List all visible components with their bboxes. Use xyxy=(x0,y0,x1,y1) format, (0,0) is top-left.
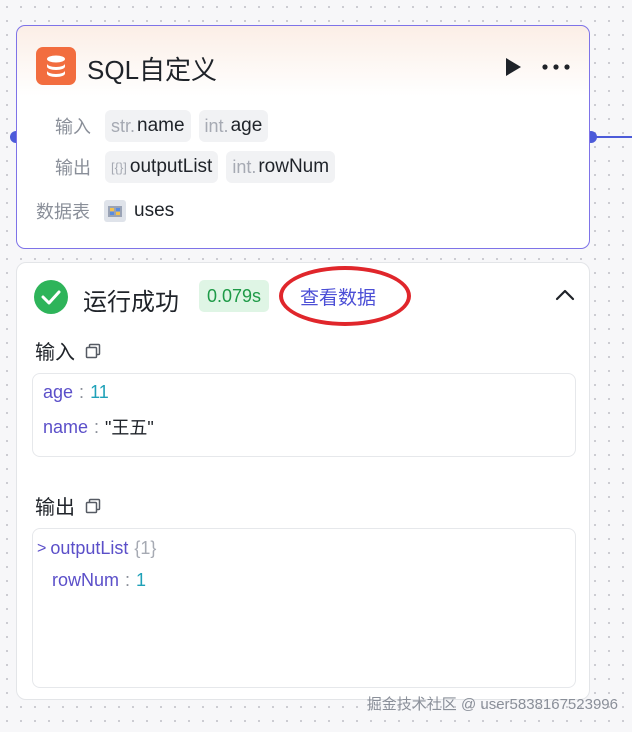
table-icon xyxy=(104,200,126,222)
more-icon xyxy=(542,64,570,70)
outputs-label: 输出 xyxy=(55,158,91,178)
input-chip: str. name xyxy=(105,110,191,142)
output-section-title: 输出 xyxy=(35,491,101,520)
chevron-right-icon[interactable]: > xyxy=(37,540,46,558)
sql-node-card[interactable]: SQL自定义 输入 str. name int. age 输出 [{}] output… xyxy=(16,25,590,249)
watermark: 掘金技术社区 @ user5838167523996 xyxy=(366,696,618,713)
duration-badge: 0.079s xyxy=(199,280,270,312)
view-data-link[interactable]: 查看数据 xyxy=(300,283,376,310)
database-icon xyxy=(36,47,76,85)
run-result-panel: 运行成功 0.079s 查看数据 输入 age:11 name: "王五" 输出 … xyxy=(16,262,590,700)
output-json-viewer: > outputList {1} rowNum:1 xyxy=(32,528,576,688)
input-json-viewer: age:11 name: "王五" xyxy=(32,373,576,457)
copy-icon[interactable] xyxy=(85,498,101,514)
collapse-button[interactable] xyxy=(554,285,576,305)
table-label: 数据表 xyxy=(36,202,90,222)
run-status: 运行成功 xyxy=(83,289,179,316)
json-row: name: "王五" xyxy=(43,416,154,439)
json-row-expandable[interactable]: > outputList {1} xyxy=(37,538,156,559)
outputs-row: 输出 [{}] outputList int. rowNum xyxy=(55,151,336,183)
node-title: SQL自定义 xyxy=(87,55,218,85)
input-chip: int. age xyxy=(198,110,269,142)
copy-icon[interactable] xyxy=(85,343,101,359)
more-button[interactable] xyxy=(540,56,572,78)
table-row: 数据表 uses xyxy=(36,198,174,224)
chevron-up-icon xyxy=(555,289,575,301)
output-chip: [{}] outputList xyxy=(105,151,219,183)
input-section-title: 输入 xyxy=(35,336,101,365)
json-row: rowNum:1 xyxy=(52,570,147,590)
output-chip: int. rowNum xyxy=(226,151,336,183)
json-row: age:11 xyxy=(43,382,109,402)
inputs-label: 输入 xyxy=(55,117,91,137)
table-name: uses xyxy=(134,200,175,221)
play-icon xyxy=(506,58,521,76)
check-circle-icon xyxy=(34,280,68,314)
run-button[interactable] xyxy=(503,56,523,78)
inputs-row: 输入 str. name int. age xyxy=(55,110,269,142)
connection-edge xyxy=(596,136,632,138)
